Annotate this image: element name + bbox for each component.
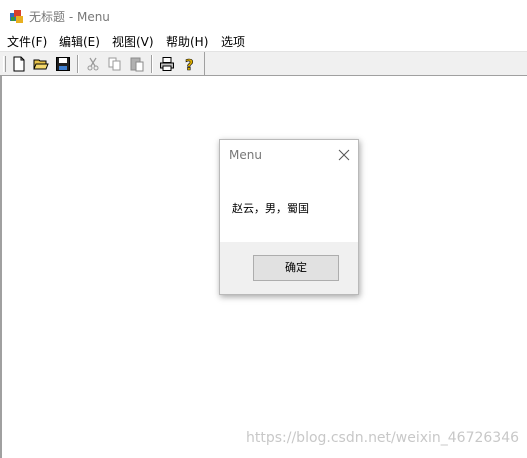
help-icon[interactable]: ?	[180, 55, 198, 73]
window-title: 无标题 - Menu	[29, 10, 110, 24]
paste-icon[interactable]	[128, 55, 146, 73]
dialog-message: 赵云，男，蜀国	[232, 202, 309, 215]
new-file-icon[interactable]	[10, 55, 28, 73]
menu-view[interactable]: 视图(V)	[112, 33, 154, 50]
ok-button[interactable]: 确定	[253, 255, 339, 281]
watermark-text: https://blog.csdn.net/weixin_46726346	[246, 430, 520, 446]
title-bar: 无标题 - Menu	[0, 0, 527, 31]
dialog-footer: 确定	[220, 242, 358, 294]
toolbar-separator	[77, 55, 79, 73]
menu-options[interactable]: 选项	[221, 33, 245, 50]
dialog-title: Menu	[229, 148, 262, 162]
message-dialog: Menu 赵云，男，蜀国 确定	[219, 139, 359, 295]
copy-icon[interactable]	[106, 55, 124, 73]
toolbar: ?	[0, 51, 527, 76]
cut-icon[interactable]	[84, 55, 102, 73]
toolbar-separator	[151, 55, 153, 73]
app-icon	[8, 8, 24, 24]
svg-text:?: ?	[185, 56, 194, 72]
save-icon[interactable]	[54, 55, 72, 73]
toolbar-end-divider	[204, 52, 205, 76]
menu-file[interactable]: 文件(F)	[7, 33, 47, 50]
menu-bar: 文件(F) 编辑(E) 视图(V) 帮助(H) 选项	[0, 31, 527, 51]
toolbar-grip[interactable]	[3, 56, 6, 72]
close-icon[interactable]	[337, 148, 351, 162]
menu-edit[interactable]: 编辑(E)	[59, 33, 100, 50]
print-icon[interactable]	[158, 55, 176, 73]
open-folder-icon[interactable]	[32, 55, 50, 73]
menu-help[interactable]: 帮助(H)	[166, 33, 208, 50]
